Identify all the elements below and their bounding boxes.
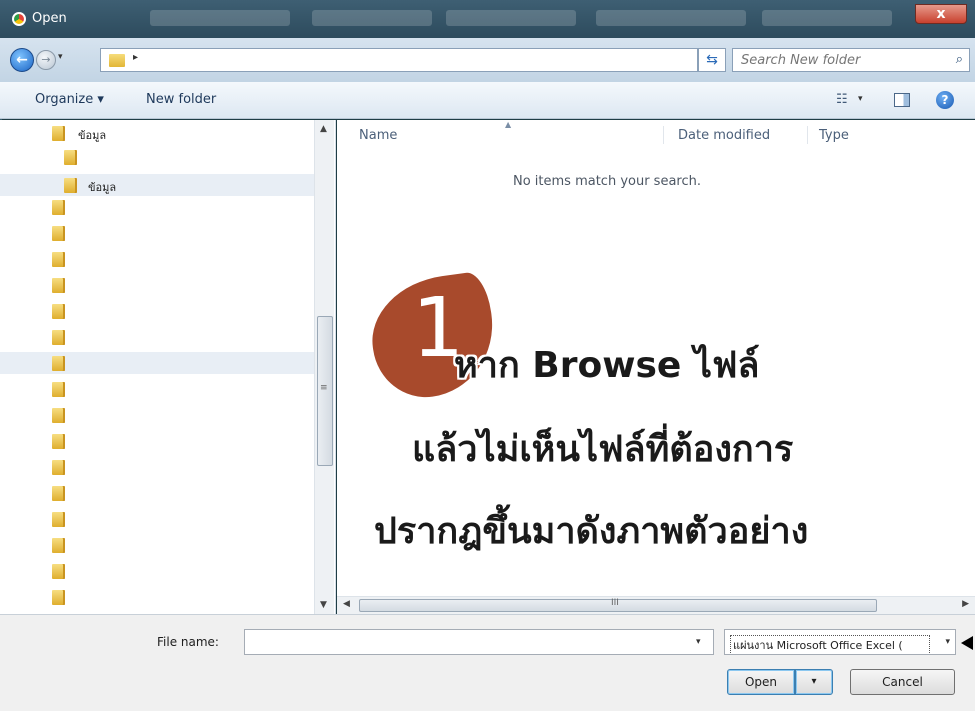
sort-ascending-icon: ▲ (505, 120, 512, 129)
blurred-background-tab (150, 10, 290, 26)
view-dropdown-icon[interactable]: ▾ (858, 94, 863, 104)
nav-pane-vertical-scrollbar[interactable]: ▲ ≡ ▼ (314, 120, 334, 614)
open-options-dropdown-button[interactable]: ▾ (795, 669, 833, 695)
folder-icon (109, 54, 125, 67)
blurred-background-tab (312, 10, 432, 26)
nav-tree-item[interactable] (0, 146, 318, 168)
file-name-input[interactable] (244, 629, 714, 655)
chevron-down-icon[interactable]: ▾ (945, 637, 950, 647)
file-type-select[interactable]: แผ่นงาน Microsoft Office Excel ( ▾ (724, 629, 956, 655)
blurred-background-tab (596, 10, 746, 26)
folder-icon (52, 356, 65, 371)
title-bar: Open x (0, 0, 975, 38)
blurred-background-tab (762, 10, 892, 26)
file-list-horizontal-scrollbar[interactable]: ◀ III ▶ (337, 596, 975, 614)
column-divider[interactable] (663, 126, 664, 144)
nav-tree-item-selected[interactable] (0, 352, 318, 374)
file-type-selected-value: แผ่นงาน Microsoft Office Excel ( (730, 635, 930, 654)
scroll-down-icon[interactable]: ▼ (320, 600, 327, 610)
instruction-line-2: แล้วไม่เห็นไฟล์ที่ต้องการ (412, 429, 794, 470)
close-button[interactable]: x (915, 4, 967, 24)
folder-icon[interactable] (52, 382, 65, 397)
file-name-label: File name: (157, 635, 219, 649)
folder-icon[interactable] (52, 252, 65, 267)
dialog-footer: File name: ▾ แผ่นงาน Microsoft Office Ex… (0, 614, 975, 711)
nav-tree-item-label: ข้อมูล (88, 181, 117, 194)
address-row: ← → ▾ ▸ ▾ ⇆ ⌕ (0, 38, 975, 82)
address-bar[interactable]: ▸ ▾ (100, 48, 782, 72)
organize-menu-button[interactable]: Organize ▾ (35, 92, 104, 107)
folder-icon (64, 150, 77, 165)
nav-tree-item-label: ข้อมูล (78, 129, 107, 142)
view-options-icon[interactable]: ☷ (836, 92, 848, 107)
folder-icon[interactable] (52, 330, 65, 345)
column-header-name[interactable]: Name (359, 128, 397, 143)
folder-icon[interactable] (52, 512, 65, 527)
instruction-line-3: ปรากฎขึ้นมาดังภาพตัวอย่าง (374, 511, 809, 552)
help-icon[interactable]: ? (936, 91, 954, 109)
file-name-dropdown-icon[interactable]: ▾ (696, 637, 701, 647)
back-arrow-icon[interactable]: ← (10, 48, 34, 72)
nav-tree-item[interactable]: ข้อมูล (0, 174, 318, 196)
scroll-right-icon[interactable]: ▶ (962, 599, 969, 609)
folder-icon[interactable] (52, 278, 65, 293)
search-icon[interactable]: ⌕ (956, 52, 963, 67)
column-header-date-modified[interactable]: Date modified (678, 128, 770, 143)
toolbar: Organize ▾ New folder ☷ ▾ ? (0, 82, 975, 119)
column-divider[interactable] (807, 126, 808, 144)
scrollbar-grip-icon: III (611, 598, 619, 608)
folder-icon[interactable] (52, 304, 65, 319)
folder-icon[interactable] (52, 200, 65, 215)
folder-icon[interactable] (52, 226, 65, 241)
path-chevron-icon[interactable]: ▸ (133, 52, 138, 63)
folder-icon[interactable] (52, 408, 65, 423)
refresh-icon[interactable]: ⇆ (698, 48, 726, 72)
folder-icon[interactable] (52, 434, 65, 449)
new-folder-button[interactable]: New folder (146, 92, 216, 107)
navigation-pane: ข้อมูล ข้อมูล (0, 120, 336, 614)
folder-icon[interactable] (52, 486, 65, 501)
open-button[interactable]: Open (727, 669, 795, 695)
folder-icon[interactable] (52, 564, 65, 579)
cancel-button[interactable]: Cancel (850, 669, 955, 695)
folder-icon[interactable] (52, 538, 65, 553)
forward-arrow-icon[interactable]: → (36, 50, 56, 70)
recent-locations-dropdown-icon[interactable]: ▾ (58, 52, 63, 62)
window-title: Open (32, 11, 67, 26)
scroll-left-icon[interactable]: ◀ (343, 599, 350, 609)
folder-icon (52, 126, 65, 141)
scroll-up-icon[interactable]: ▲ (320, 124, 327, 134)
preview-pane-icon[interactable] (894, 93, 910, 107)
search-input[interactable] (741, 53, 941, 68)
nav-tree-item[interactable]: ข้อมูล (0, 122, 318, 144)
column-header-type[interactable]: Type (819, 128, 849, 143)
instruction-line-1: หาก Browse ไฟล์ (454, 345, 760, 386)
blurred-background-tab (446, 10, 576, 26)
folder-icon (64, 178, 77, 193)
scrollbar-grip-icon: ≡ (320, 383, 328, 393)
folder-icon[interactable] (52, 460, 65, 475)
pointer-arrow-icon (961, 636, 973, 650)
chrome-app-icon (12, 12, 26, 26)
empty-results-message: No items match your search. (512, 174, 701, 189)
folder-icon[interactable] (52, 590, 65, 605)
search-box[interactable]: ⌕ (732, 48, 970, 72)
